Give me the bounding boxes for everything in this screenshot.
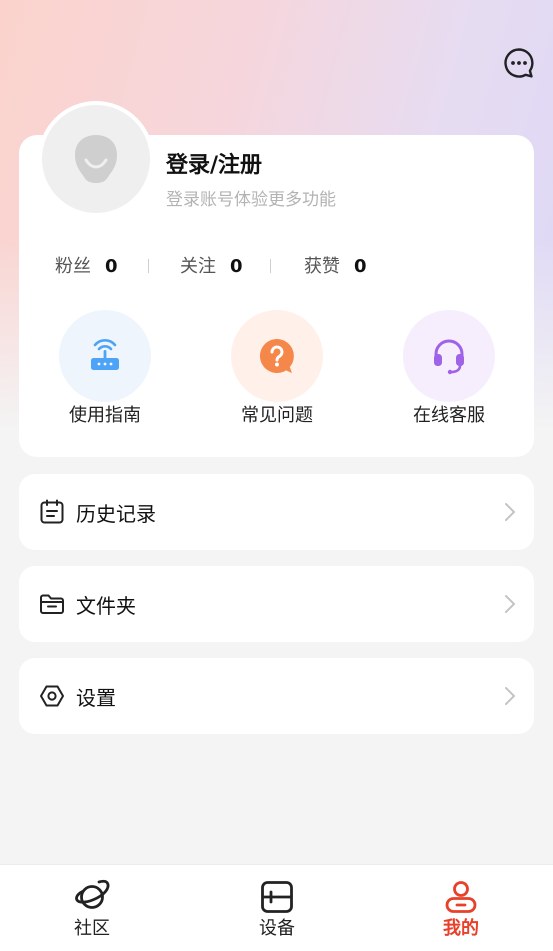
- stat-value: 0: [354, 256, 367, 277]
- chevron-right-icon: [505, 687, 515, 705]
- history-list-icon: [40, 499, 64, 524]
- login-hint-text: 登录账号体验更多功能: [166, 190, 336, 210]
- quick-action-label: 使用指南: [69, 405, 141, 426]
- tab-community[interactable]: 社区: [42, 879, 142, 941]
- menu-item-folder[interactable]: 文件夹: [19, 566, 534, 642]
- settings-hexagon-icon: [40, 685, 64, 707]
- quick-action-label: 在线客服: [413, 405, 485, 426]
- bottom-tab-bar: 社区 设备 我的: [0, 864, 553, 951]
- menu-item-history[interactable]: 历史记录: [19, 474, 534, 550]
- question-bubble-icon: [259, 338, 294, 373]
- stat-value: 0: [230, 256, 243, 277]
- headset-icon: [434, 339, 464, 375]
- menu-item-settings[interactable]: 设置: [19, 658, 534, 734]
- stat-label: 获赞: [304, 256, 340, 277]
- stat-likes[interactable]: 获赞 0: [304, 252, 367, 278]
- stat-following[interactable]: 关注 0: [180, 252, 243, 278]
- router-icon: [91, 339, 119, 370]
- quick-action-label: 常见问题: [241, 405, 313, 426]
- tab-mine[interactable]: 我的: [411, 879, 511, 941]
- device-icon: [261, 881, 293, 913]
- stat-label: 关注: [180, 256, 216, 277]
- menu-item-label: 历史记录: [76, 501, 156, 526]
- chat-bubble-icon: [504, 48, 534, 78]
- menu-item-label: 文件夹: [76, 593, 136, 618]
- stats-row: 粉丝 0 关注 0 获赞 0: [0, 252, 553, 280]
- user-icon: [445, 881, 477, 913]
- tab-label: 社区: [74, 918, 110, 939]
- planet-icon: [75, 879, 110, 909]
- quick-action-guide[interactable]: 使用指南: [35, 310, 175, 430]
- menu-item-label: 设置: [76, 685, 116, 710]
- folder-icon: [40, 594, 64, 614]
- message-button[interactable]: [502, 46, 536, 80]
- tab-device[interactable]: 设备: [227, 879, 327, 941]
- default-avatar-icon: [75, 135, 117, 183]
- stat-fans[interactable]: 粉丝 0: [55, 252, 118, 278]
- login-register-link[interactable]: 登录/注册: [166, 150, 262, 182]
- stat-divider: [148, 259, 149, 273]
- quick-action-support[interactable]: 在线客服: [379, 310, 519, 430]
- quick-action-faq[interactable]: 常见问题: [207, 310, 347, 430]
- chevron-right-icon: [505, 503, 515, 521]
- tab-label: 设备: [259, 918, 295, 939]
- tab-label: 我的: [443, 918, 479, 939]
- stat-value: 0: [105, 256, 118, 277]
- chevron-right-icon: [505, 595, 515, 613]
- stat-divider: [270, 259, 271, 273]
- stat-label: 粉丝: [55, 256, 91, 277]
- avatar[interactable]: [38, 101, 154, 217]
